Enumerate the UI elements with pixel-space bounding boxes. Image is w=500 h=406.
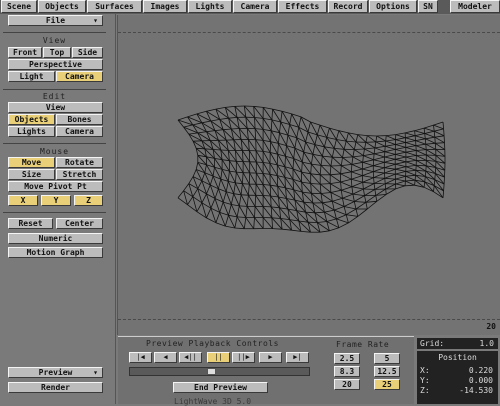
wireframe-mesh <box>118 15 500 335</box>
frame-rate-5[interactable]: 5 <box>374 353 400 364</box>
grid-label: Grid: <box>420 339 444 348</box>
view-side-button[interactable]: Side <box>72 47 103 58</box>
file-select-label: File <box>46 16 65 25</box>
mouse-divider <box>3 143 106 144</box>
tab-scene[interactable]: Scene <box>1 0 37 13</box>
tab-sn[interactable]: SN <box>418 0 438 13</box>
edit-divider <box>3 89 106 90</box>
mouse-section-title: Mouse <box>3 147 106 156</box>
camera-viewport[interactable]: 20 <box>117 15 500 335</box>
view-divider <box>3 32 106 33</box>
dropdown-arrow-icon: ▾ <box>93 368 98 377</box>
mouse-rotate-button[interactable]: Rotate <box>56 157 103 168</box>
view-light-button[interactable]: Light <box>8 71 55 82</box>
file-select[interactable]: File ▾ <box>8 15 103 26</box>
position-readout: Position X: 0.220 Y: 0.000 Z: -14.530 <box>417 351 498 404</box>
frame-rate-title: Frame Rate <box>336 340 389 349</box>
go-to-start-button[interactable]: |◀ <box>129 352 152 363</box>
view-section-title: View <box>3 36 106 45</box>
step-forward-button[interactable]: ▶ <box>259 352 282 363</box>
position-z-label: Z: <box>420 386 430 395</box>
end-preview-button[interactable]: End Preview <box>173 382 268 393</box>
tab-modeler[interactable]: Modeler <box>450 0 500 13</box>
preview-slider-thumb[interactable] <box>207 368 216 375</box>
reset-button[interactable]: Reset <box>8 218 53 229</box>
tab-effects[interactable]: Effects <box>278 0 327 13</box>
tab-surfaces[interactable]: Surfaces <box>87 0 142 13</box>
step-back-button[interactable]: ◀ <box>154 352 177 363</box>
grid-value: 1.0 <box>480 338 494 349</box>
position-y-value: 0.000 <box>469 376 493 385</box>
preview-controls-title: Preview Playback Controls <box>146 339 279 348</box>
edit-camera-button[interactable]: Camera <box>56 126 103 137</box>
frame-rate-2-5[interactable]: 2.5 <box>334 353 360 364</box>
frame-rate-25[interactable]: 25 <box>374 379 400 390</box>
position-x-value: 0.220 <box>469 366 493 375</box>
actions-divider <box>3 212 106 213</box>
position-y-label: Y: <box>420 376 430 385</box>
axis-z-button[interactable]: Z <box>74 195 103 206</box>
position-x-row: X: 0.220 <box>420 366 495 375</box>
tab-lights[interactable]: Lights <box>188 0 232 13</box>
view-front-button[interactable]: Front <box>8 47 42 58</box>
mouse-size-button[interactable]: Size <box>8 169 55 180</box>
frame-rate-12-5[interactable]: 12.5 <box>374 366 400 377</box>
preview-slider-track[interactable] <box>129 367 310 376</box>
view-perspective-button[interactable]: Perspective <box>8 59 103 70</box>
tab-camera[interactable]: Camera <box>233 0 277 13</box>
edit-view-button[interactable]: View <box>8 102 103 113</box>
position-z-row: Z: -14.530 <box>420 386 495 395</box>
preview-select[interactable]: Preview ▾ <box>8 367 103 378</box>
tab-images[interactable]: Images <box>143 0 187 13</box>
play-backward-button[interactable]: ◀|| <box>179 352 202 363</box>
edit-objects-button[interactable]: Objects <box>8 114 55 125</box>
edit-lights-button[interactable]: Lights <box>8 126 55 137</box>
position-title: Position <box>417 353 498 362</box>
go-to-end-button[interactable]: ▶| <box>286 352 309 363</box>
frame-rate-8-3[interactable]: 8.3 <box>334 366 360 377</box>
center-button[interactable]: Center <box>56 218 103 229</box>
grid-readout[interactable]: Grid: 1.0 <box>417 338 498 349</box>
footer-text: LightWave 3D 5.0 <box>174 397 251 406</box>
view-top-button[interactable]: Top <box>43 47 71 58</box>
tab-objects[interactable]: Objects <box>38 0 86 13</box>
tab-record[interactable]: Record <box>328 0 368 13</box>
position-x-label: X: <box>420 366 430 375</box>
pause-button[interactable]: || <box>207 352 230 363</box>
view-camera-button[interactable]: Camera <box>56 71 103 82</box>
frame-rate-20[interactable]: 20 <box>334 379 360 390</box>
position-z-value: -14.530 <box>459 386 493 395</box>
mouse-move-button[interactable]: Move <box>8 157 55 168</box>
edit-section-title: Edit <box>3 92 106 101</box>
frame-readout: 20 <box>486 322 496 331</box>
render-button[interactable]: Render <box>8 382 103 393</box>
edit-bones-button[interactable]: Bones <box>56 114 103 125</box>
numeric-button[interactable]: Numeric <box>8 233 103 244</box>
motion-graph-button[interactable]: Motion Graph <box>8 247 103 258</box>
mouse-stretch-button[interactable]: Stretch <box>56 169 103 180</box>
dropdown-arrow-icon: ▾ <box>93 16 98 25</box>
tab-options[interactable]: Options <box>369 0 417 13</box>
preview-playback-panel: Preview Playback Controls |◀ ◀ ◀|| || ||… <box>118 336 414 404</box>
axis-y-button[interactable]: Y <box>41 195 71 206</box>
mouse-move-pivot-button[interactable]: Move Pivot Pt <box>8 181 103 192</box>
position-y-row: Y: 0.000 <box>420 376 495 385</box>
preview-select-label: Preview <box>39 368 73 377</box>
play-forward-button[interactable]: ||▶ <box>232 352 255 363</box>
axis-x-button[interactable]: X <box>8 195 38 206</box>
